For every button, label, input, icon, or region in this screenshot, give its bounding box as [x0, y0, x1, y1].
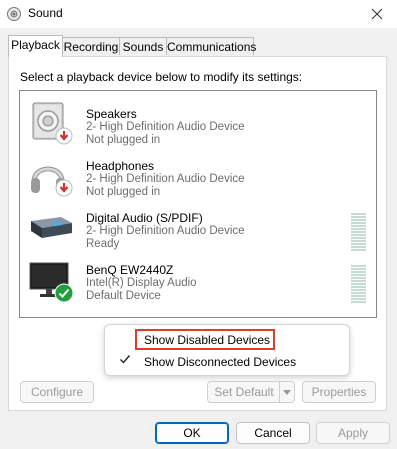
window-title: Sound [28, 6, 63, 20]
set-default-dropdown[interactable] [279, 382, 294, 402]
volume-meter [351, 213, 366, 253]
tab-playback[interactable]: Playback [8, 35, 63, 57]
device-name: Speakers [86, 107, 137, 121]
context-menu: Show Disabled Devices Show Disconnected … [104, 324, 350, 376]
tab-sounds[interactable]: Sounds [119, 37, 167, 55]
close-button[interactable] [357, 0, 397, 28]
device-status: Not plugged in [86, 186, 161, 198]
properties-button[interactable]: Properties [302, 381, 376, 403]
device-status: Default Device [86, 290, 161, 302]
tab-recording[interactable]: Recording [62, 37, 120, 55]
menu-item-show-disconnected-devices[interactable]: Show Disconnected Devices [144, 355, 296, 369]
tab-label: Recording [63, 40, 119, 54]
device-name: Headphones [86, 159, 155, 173]
device-item-digital-audio[interactable]: Digital Audio (S/PDIF) 2- High Definitio… [20, 199, 376, 251]
close-icon [371, 8, 383, 20]
device-list[interactable]: Speakers 2- High Definition Audio Device… [19, 90, 377, 318]
volume-meter [351, 265, 366, 305]
apply-button[interactable]: Apply [316, 422, 390, 444]
not-plugged-badge-icon [55, 179, 73, 200]
device-driver: 2- High Definition Audio Device [86, 121, 245, 133]
instruction-text: Select a playback device below to modify… [20, 70, 303, 84]
device-item-headphones[interactable]: Headphones 2- High Definition Audio Devi… [20, 147, 376, 199]
not-plugged-badge-icon [55, 127, 73, 148]
digital-audio-icon [28, 205, 74, 251]
device-item-benq-monitor[interactable]: BenQ EW2440Z Intel(R) Display Audio Defa… [20, 251, 376, 303]
device-name: Digital Audio (S/PDIF) [86, 211, 203, 225]
sound-app-icon [6, 6, 22, 22]
checkmark-icon [119, 353, 131, 368]
chevron-down-icon [283, 389, 291, 395]
device-status: Ready [86, 238, 120, 250]
ok-button[interactable]: OK [155, 422, 229, 444]
device-driver: 2- High Definition Audio Device [86, 225, 245, 237]
menu-item-show-disabled-devices[interactable]: Show Disabled Devices [144, 333, 270, 347]
set-default-button[interactable]: Set Default [207, 381, 295, 403]
title-bar: Sound [0, 0, 397, 28]
device-driver: Intel(R) Display Audio [86, 277, 197, 289]
device-driver: 2- High Definition Audio Device [86, 173, 245, 185]
device-status: Not plugged in [86, 134, 161, 146]
configure-button[interactable]: Configure [20, 381, 94, 403]
default-device-check-icon [54, 283, 74, 306]
tab-label: Sounds [122, 40, 164, 54]
tab-label: Playback [11, 38, 60, 52]
set-default-label: Set Default [214, 385, 274, 399]
tab-communications[interactable]: Communications [166, 37, 257, 55]
tab-label: Communications [167, 40, 257, 54]
device-item-speakers[interactable]: Speakers 2- High Definition Audio Device… [20, 95, 376, 147]
device-name: BenQ EW2440Z [86, 263, 174, 277]
cancel-button[interactable]: Cancel [236, 422, 310, 444]
